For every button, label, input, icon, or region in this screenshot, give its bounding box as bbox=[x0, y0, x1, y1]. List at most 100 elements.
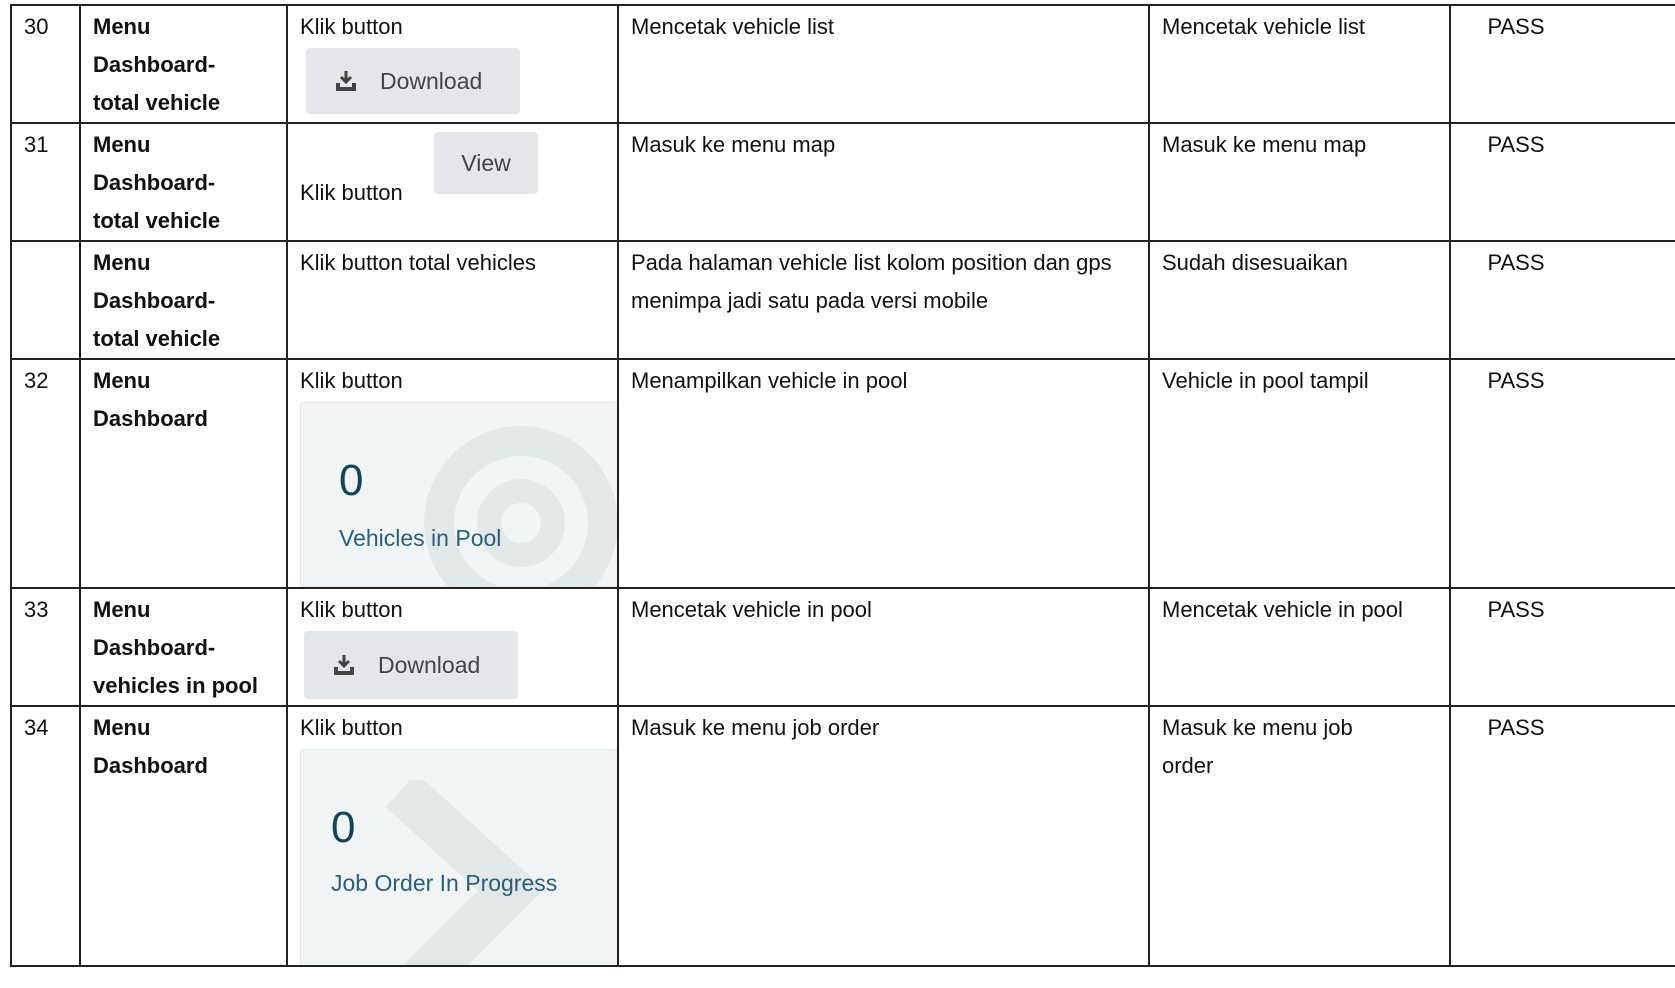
menu-line: Menu bbox=[93, 250, 151, 275]
step-text: Klik button bbox=[300, 14, 403, 39]
table-row: 31 Menu Dashboard- total vehicle Klik bu… bbox=[10, 122, 1675, 242]
row-number-cell bbox=[10, 240, 81, 360]
status-badge: PASS bbox=[1487, 132, 1545, 157]
menu-line: Menu bbox=[93, 715, 151, 740]
vehicles-in-pool-label: Vehicles in Pool bbox=[339, 525, 502, 551]
job-order-in-progress-card[interactable]: 0 Job Order In Progress bbox=[300, 749, 616, 964]
menu-cell: Menu Dashboard- total vehicle bbox=[79, 4, 288, 124]
download-icon bbox=[336, 71, 356, 91]
status-badge: PASS bbox=[1487, 368, 1545, 393]
row-number: 33 bbox=[24, 597, 49, 622]
actual-text: Sudah disesuaikan bbox=[1162, 250, 1348, 275]
download-icon bbox=[334, 655, 354, 675]
expected-cell: Menampilkan vehicle in pool bbox=[617, 358, 1150, 589]
actual-cell: Sudah disesuaikan bbox=[1148, 240, 1451, 360]
row-number-cell: 31 bbox=[10, 122, 81, 242]
job-order-count: 0 bbox=[331, 803, 356, 852]
menu-line: Menu bbox=[93, 368, 151, 393]
menu-line: total vehicle bbox=[93, 208, 221, 233]
step-text: Klik button bbox=[300, 715, 403, 740]
table-row: Menu Dashboard- total vehicle Klik butto… bbox=[10, 240, 1675, 360]
menu-cell: Menu Dashboard bbox=[79, 705, 288, 967]
actual-cell: Masuk ke menu map bbox=[1148, 122, 1451, 242]
step-text: Klik button total vehicles bbox=[300, 250, 537, 275]
download-button-label: Download bbox=[380, 68, 483, 94]
menu-line: Menu bbox=[93, 14, 151, 39]
status-badge: PASS bbox=[1487, 250, 1545, 275]
menu-cell: Menu Dashboard- total vehicle bbox=[79, 240, 288, 360]
actual-text: Masuk ke menu job order bbox=[1162, 715, 1353, 778]
actual-text: Masuk ke menu map bbox=[1162, 132, 1367, 157]
menu-line: total vehicle bbox=[93, 326, 221, 351]
status-cell: PASS bbox=[1449, 240, 1675, 360]
step-cell: Klik button Download bbox=[286, 4, 619, 124]
menu-line: Dashboard bbox=[93, 406, 208, 431]
menu-line: Menu bbox=[93, 597, 151, 622]
test-case-table: 30 Menu Dashboard- total vehicle Klik bu… bbox=[10, 4, 1675, 967]
menu-line: total vehicle bbox=[93, 90, 221, 115]
expected-text: Mencetak vehicle list bbox=[631, 14, 834, 39]
row-number: 31 bbox=[24, 132, 49, 157]
job-order-label: Job Order In Progress bbox=[331, 870, 558, 896]
row-number-cell: 33 bbox=[10, 587, 81, 707]
row-number-cell: 30 bbox=[10, 4, 81, 124]
menu-line: Dashboard- bbox=[93, 635, 216, 660]
step-cell: Klik button View bbox=[286, 122, 619, 242]
row-number: 30 bbox=[24, 14, 49, 39]
expected-text: Masuk ke menu job order bbox=[631, 715, 880, 740]
expected-text: Masuk ke menu map bbox=[631, 132, 836, 157]
menu-line: Dashboard- bbox=[93, 52, 216, 77]
expected-cell: Pada halaman vehicle list kolom position… bbox=[617, 240, 1150, 360]
expected-cell: Masuk ke menu map bbox=[617, 122, 1150, 242]
expected-text: Menampilkan vehicle in pool bbox=[631, 368, 908, 393]
row-number: 34 bbox=[24, 715, 49, 740]
table-row: 33 Menu Dashboard- vehicles in pool Klik… bbox=[10, 587, 1675, 707]
step-text: Klik button bbox=[300, 597, 403, 622]
row-number bbox=[13, 243, 78, 244]
vehicles-in-pool-card[interactable]: 0 Vehicles in Pool bbox=[300, 402, 616, 586]
menu-cell: Menu Dashboard- total vehicle bbox=[79, 122, 288, 242]
status-badge: PASS bbox=[1487, 14, 1545, 39]
view-button[interactable]: View bbox=[434, 132, 538, 194]
at-sign-icon bbox=[424, 426, 616, 586]
menu-line: Dashboard bbox=[93, 753, 208, 778]
status-cell: PASS bbox=[1449, 705, 1675, 967]
vehicles-in-pool-count: 0 bbox=[339, 456, 364, 505]
status-cell: PASS bbox=[1449, 4, 1675, 124]
download-button[interactable]: Download bbox=[306, 48, 520, 114]
row-number: 32 bbox=[24, 368, 49, 393]
menu-line: vehicles in pool bbox=[93, 673, 259, 698]
expected-text: Pada halaman vehicle list kolom position… bbox=[631, 250, 1112, 313]
status-cell: PASS bbox=[1449, 122, 1675, 242]
table-row: 34 Menu Dashboard Klik button 0 Job Orde… bbox=[10, 705, 1675, 967]
menu-line: Dashboard- bbox=[93, 288, 216, 313]
view-button-label: View bbox=[461, 150, 511, 176]
actual-text: Mencetak vehicle list bbox=[1162, 14, 1365, 39]
status-badge: PASS bbox=[1487, 597, 1545, 622]
menu-cell: Menu Dashboard- vehicles in pool bbox=[79, 587, 288, 707]
download-button-label: Download bbox=[378, 652, 481, 678]
expected-cell: Mencetak vehicle list bbox=[617, 4, 1150, 124]
actual-cell: Vehicle in pool tampil bbox=[1148, 358, 1451, 589]
actual-text: Mencetak vehicle in pool bbox=[1162, 597, 1403, 622]
actual-cell: Mencetak vehicle list bbox=[1148, 4, 1451, 124]
menu-line: Dashboard- bbox=[93, 170, 216, 195]
status-badge: PASS bbox=[1487, 715, 1545, 740]
actual-cell: Mencetak vehicle in pool bbox=[1148, 587, 1451, 707]
step-cell: Klik button total vehicles bbox=[286, 240, 619, 360]
step-cell: Klik button Download bbox=[286, 587, 619, 707]
step-text: Klik button bbox=[300, 368, 403, 393]
step-text: Klik button bbox=[300, 180, 403, 205]
actual-text: Vehicle in pool tampil bbox=[1162, 368, 1369, 393]
step-cell: Klik button 0 Job Order In Progress bbox=[286, 705, 619, 967]
expected-cell: Masuk ke menu job order bbox=[617, 705, 1150, 967]
status-cell: PASS bbox=[1449, 587, 1675, 707]
table-row: 30 Menu Dashboard- total vehicle Klik bu… bbox=[10, 4, 1675, 124]
row-number-cell: 32 bbox=[10, 358, 81, 589]
menu-line: Menu bbox=[93, 132, 151, 157]
menu-cell: Menu Dashboard bbox=[79, 358, 288, 589]
expected-cell: Mencetak vehicle in pool bbox=[617, 587, 1150, 707]
download-button[interactable]: Download bbox=[304, 631, 518, 699]
status-cell: PASS bbox=[1449, 358, 1675, 589]
table-row: 32 Menu Dashboard Klik button 0 Vehicles… bbox=[10, 358, 1675, 589]
